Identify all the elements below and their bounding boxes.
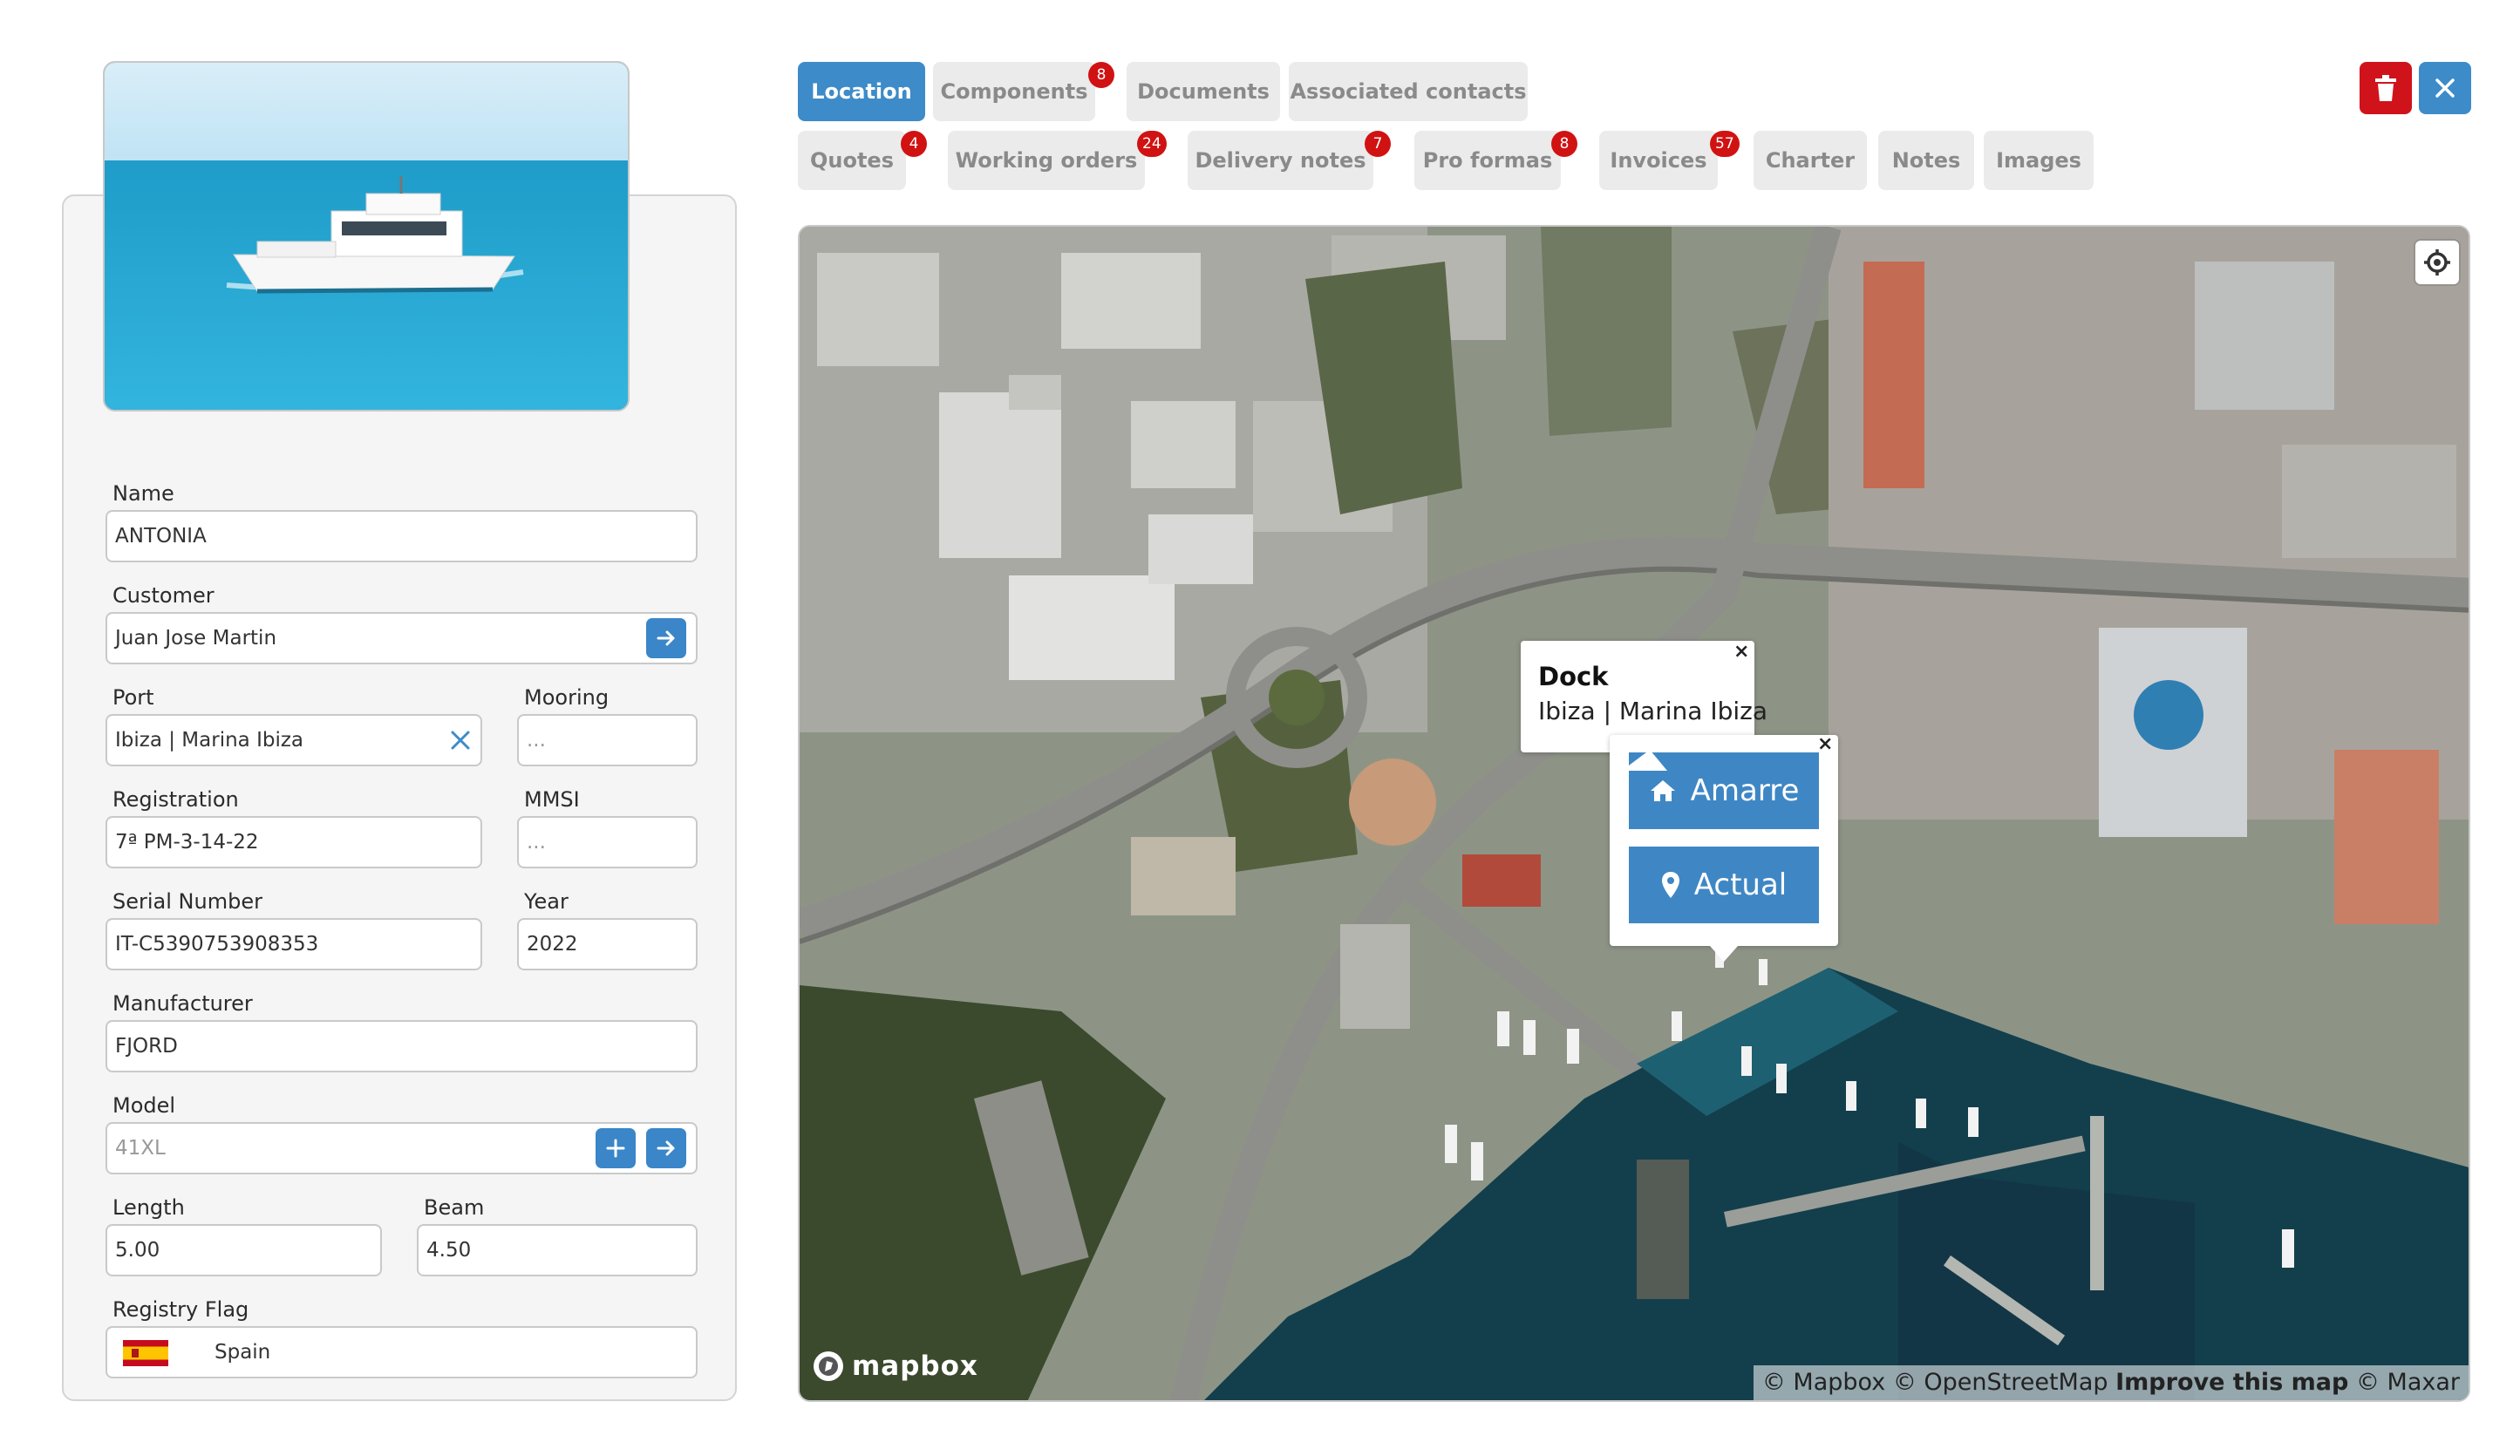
mooring-field[interactable]: ... bbox=[517, 714, 698, 766]
mmsi-field[interactable]: ... bbox=[517, 816, 698, 868]
dock-popup-subtitle: Ibiza | Marina Ibiza bbox=[1538, 697, 1767, 725]
tab-quotes[interactable]: Quotes bbox=[798, 131, 906, 190]
registration-field[interactable]: 7ª PM-3-14-22 bbox=[106, 816, 482, 868]
plus-icon bbox=[606, 1139, 625, 1158]
registration-label: Registration bbox=[112, 787, 239, 812]
length-label: Length bbox=[112, 1195, 185, 1220]
quotes-count-badge: 4 bbox=[901, 131, 927, 157]
tab-documents[interactable]: Documents bbox=[1127, 62, 1280, 121]
map-marker-icon bbox=[1661, 872, 1679, 898]
mooring-label: Mooring bbox=[524, 685, 610, 710]
mapbox-logo-icon bbox=[814, 1351, 843, 1381]
close-button[interactable] bbox=[2419, 62, 2471, 114]
actual-button[interactable]: Actual bbox=[1629, 847, 1819, 923]
serial-number-label: Serial Number bbox=[112, 889, 262, 914]
home-icon bbox=[1650, 780, 1675, 801]
map-attribution: © Mapbox © OpenStreetMap Improve this ma… bbox=[1753, 1365, 2469, 1400]
delivery-notes-count-badge: 7 bbox=[1365, 131, 1391, 157]
model-label: Model bbox=[112, 1093, 176, 1118]
tab-location[interactable]: Location bbox=[798, 62, 925, 121]
popup-pointer-bottom bbox=[1710, 946, 1738, 962]
manufacturer-field[interactable]: FJORD bbox=[106, 1020, 698, 1072]
name-field[interactable]: ANTONIA bbox=[106, 510, 698, 562]
tab-images[interactable]: Images bbox=[1984, 131, 2094, 190]
arrow-right-icon bbox=[657, 1140, 675, 1156]
attribution-mapbox-link[interactable]: © Mapbox bbox=[1762, 1369, 1885, 1396]
tab-pro-formas[interactable]: Pro formas bbox=[1414, 131, 1561, 190]
arrow-right-icon bbox=[657, 630, 675, 646]
close-icon bbox=[2435, 78, 2455, 98]
tab-notes[interactable]: Notes bbox=[1878, 131, 1974, 190]
dock-popup-close-button[interactable]: × bbox=[1733, 641, 1749, 663]
port-clear-button[interactable] bbox=[446, 725, 475, 755]
trash-icon bbox=[2375, 75, 2396, 101]
registry-flag-select[interactable]: Spain bbox=[106, 1326, 698, 1378]
actions-popup-close-button[interactable]: × bbox=[1817, 733, 1833, 755]
attribution-osm-link[interactable]: © OpenStreetMap bbox=[1893, 1369, 2108, 1396]
dock-popup-title: Dock bbox=[1538, 662, 1609, 691]
locate-icon bbox=[2424, 249, 2450, 276]
customer-label: Customer bbox=[112, 583, 215, 608]
registry-flag-value: Spain bbox=[215, 1341, 271, 1364]
mmsi-label: MMSI bbox=[524, 787, 580, 812]
delete-button[interactable] bbox=[2360, 62, 2412, 114]
customer-open-button[interactable] bbox=[646, 618, 686, 658]
mapbox-logo-text: mapbox bbox=[852, 1351, 978, 1382]
working-orders-count-badge: 24 bbox=[1137, 131, 1167, 157]
attribution-maxar-link[interactable]: © Maxar bbox=[2356, 1369, 2460, 1396]
pro-formas-count-badge: 8 bbox=[1551, 131, 1577, 157]
name-label: Name bbox=[112, 481, 174, 506]
length-field[interactable]: 5.00 bbox=[106, 1224, 382, 1276]
tab-delivery-notes[interactable]: Delivery notes bbox=[1188, 131, 1373, 190]
close-icon bbox=[451, 731, 470, 750]
registry-flag-label: Registry Flag bbox=[112, 1297, 249, 1322]
mapbox-logo[interactable]: mapbox bbox=[812, 1350, 978, 1383]
geolocate-button[interactable] bbox=[2415, 241, 2459, 284]
model-open-button[interactable] bbox=[646, 1128, 686, 1168]
amarre-button-label: Amarre bbox=[1690, 773, 1800, 808]
port-field[interactable]: Ibiza | Marina Ibiza bbox=[106, 714, 482, 766]
port-label: Port bbox=[112, 685, 154, 710]
attribution-improve-link[interactable]: Improve this map bbox=[2115, 1369, 2348, 1396]
spain-flag-icon bbox=[123, 1340, 168, 1366]
actual-button-label: Actual bbox=[1693, 867, 1788, 902]
map-view[interactable]: Dock Ibiza | Marina Ibiza × × Amarre Act… bbox=[798, 225, 2470, 1402]
boat-photo bbox=[103, 61, 630, 412]
tab-working-orders[interactable]: Working orders bbox=[948, 131, 1145, 190]
year-field[interactable]: 2022 bbox=[517, 918, 698, 970]
components-count-badge: 8 bbox=[1088, 62, 1114, 88]
serial-number-field[interactable]: IT-C5390753908353 bbox=[106, 918, 482, 970]
year-label: Year bbox=[524, 889, 569, 914]
customer-field[interactable]: Juan Jose Martin bbox=[106, 612, 698, 664]
model-add-button[interactable] bbox=[596, 1128, 636, 1168]
invoices-count-badge: 57 bbox=[1710, 131, 1740, 157]
manufacturer-label: Manufacturer bbox=[112, 991, 253, 1016]
tab-invoices[interactable]: Invoices bbox=[1599, 131, 1718, 190]
beam-field[interactable]: 4.50 bbox=[417, 1224, 698, 1276]
tab-charter[interactable]: Charter bbox=[1754, 131, 1867, 190]
tab-components[interactable]: Components bbox=[933, 62, 1095, 121]
popup-pointer bbox=[1622, 750, 1667, 771]
tab-associated-contacts[interactable]: Associated contacts bbox=[1289, 62, 1528, 121]
beam-label: Beam bbox=[424, 1195, 485, 1220]
